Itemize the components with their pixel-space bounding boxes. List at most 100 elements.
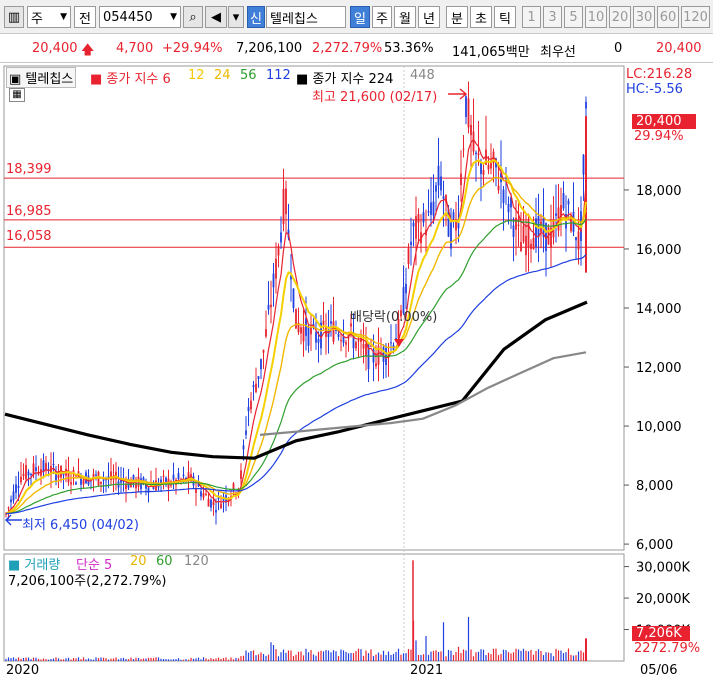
volume-ratio: 53.36%	[384, 41, 434, 56]
speaker-icon[interactable]: ◀	[205, 6, 227, 28]
candle-body	[497, 185, 500, 191]
candle-body	[435, 185, 437, 192]
credit-badge: 신	[247, 6, 265, 28]
chart-menu-icon[interactable]: ▥	[4, 6, 24, 28]
tab-second[interactable]: 초	[470, 6, 492, 28]
candle-body	[212, 501, 215, 506]
candle-body	[467, 98, 470, 128]
candle-body	[390, 342, 392, 344]
y-tick-label: 6,000	[636, 538, 673, 553]
candle-body	[25, 465, 27, 480]
candle-body	[57, 474, 60, 478]
candle-body	[502, 189, 505, 204]
y-tick-label: 8,000	[636, 479, 673, 494]
candle-body	[375, 363, 377, 367]
tab-year[interactable]: 년	[418, 6, 440, 28]
tab-minute[interactable]: 분	[446, 6, 468, 28]
legend-ma12: 12	[188, 68, 205, 83]
code-input[interactable]: 054450 ▼	[99, 6, 181, 28]
volume-y-tick-label: 20,000K	[636, 592, 690, 607]
priority-label: 최우선	[540, 45, 576, 60]
interval-5[interactable]: 5	[564, 6, 583, 28]
candle-body	[332, 321, 335, 342]
candle-body	[215, 509, 217, 513]
market-select[interactable]: 주 ▼	[27, 6, 71, 28]
low-annotation: 최저 6,450 (04/02)	[22, 518, 140, 533]
interval-60[interactable]: 60	[657, 6, 679, 28]
candle-body	[75, 482, 77, 485]
candle-body	[255, 383, 257, 393]
candle-body	[365, 343, 367, 357]
candle-body	[532, 237, 535, 250]
candle-body	[307, 326, 310, 346]
tab-week[interactable]: 주	[372, 6, 392, 28]
volume-last-badge: 7,206K	[632, 626, 690, 641]
volume-y-tick-label: 30,000K	[636, 561, 690, 576]
legend-ma448: 448	[410, 68, 435, 83]
priority-value: 0	[614, 41, 623, 56]
candle-body	[257, 376, 260, 379]
candle-body	[207, 499, 210, 507]
interval-30[interactable]: 30	[633, 6, 655, 28]
candle-body	[337, 333, 340, 337]
candle-body	[487, 164, 490, 170]
interval-10[interactable]: 10	[585, 6, 607, 28]
candle-body	[362, 343, 365, 349]
volume-value: 7,206,100	[236, 41, 303, 56]
y-tick-label: 12,000	[636, 361, 682, 376]
candle-body	[415, 216, 417, 239]
legend-ma2-label: ■ 종가 지수 224	[296, 72, 394, 87]
candle-body	[285, 188, 287, 215]
chevron-down-icon[interactable]: ▾	[228, 6, 244, 28]
stock-name[interactable]: 텔레칩스	[266, 6, 346, 28]
candle-body	[345, 342, 347, 345]
volume-info: 7,206,100주(2,272.79%)	[8, 574, 167, 589]
candle-body	[462, 148, 465, 150]
candle-body	[10, 499, 12, 503]
candle-body	[422, 212, 425, 223]
legend-ma-text: 종가 지수 6	[106, 72, 171, 87]
candle-body	[585, 101, 587, 109]
candle-body	[452, 212, 455, 219]
x-label-2021: 2021	[410, 663, 444, 678]
candle-body	[412, 222, 415, 227]
market-value: 주	[31, 11, 43, 27]
tab-month[interactable]: 월	[394, 6, 416, 28]
candle-body	[530, 243, 532, 250]
candle-body	[517, 224, 520, 226]
candle-body	[477, 153, 480, 155]
search-icon[interactable]: ⌕	[183, 6, 203, 28]
type-select[interactable]: 전	[74, 6, 96, 28]
candle-body	[22, 473, 25, 477]
candle-body	[305, 318, 307, 336]
candle-body	[512, 225, 515, 237]
ma24-line	[5, 176, 587, 515]
lc-value: LC:216.28	[626, 67, 693, 82]
interval-1[interactable]: 1	[522, 6, 541, 28]
candle-body	[442, 196, 445, 200]
legend-ma56: 56	[240, 68, 257, 83]
interval-20[interactable]: 20	[609, 6, 631, 28]
candle-body	[275, 258, 277, 279]
legend-ma24: 24	[214, 68, 231, 83]
candle-body	[27, 471, 30, 476]
interval-3[interactable]: 3	[543, 6, 562, 28]
candle-body	[182, 474, 185, 477]
priority-price: 20,400	[656, 41, 702, 56]
candle-body	[52, 463, 55, 466]
candle-body	[42, 460, 45, 472]
candle-body	[310, 327, 312, 335]
tab-day[interactable]: 일	[350, 6, 370, 28]
candle-body	[460, 173, 462, 186]
tab-tick[interactable]: 틱	[494, 6, 516, 28]
candle-body	[577, 231, 580, 250]
price-change: 4,700	[116, 41, 154, 56]
level-label: 16,058	[6, 229, 52, 244]
candle-body	[87, 475, 90, 485]
candle-body	[525, 235, 527, 256]
candle-body	[247, 406, 250, 411]
grid-icon[interactable]: ▦	[9, 88, 25, 102]
interval-120[interactable]: 120	[681, 6, 710, 28]
candle-body	[482, 170, 485, 175]
candle-body	[272, 273, 275, 288]
